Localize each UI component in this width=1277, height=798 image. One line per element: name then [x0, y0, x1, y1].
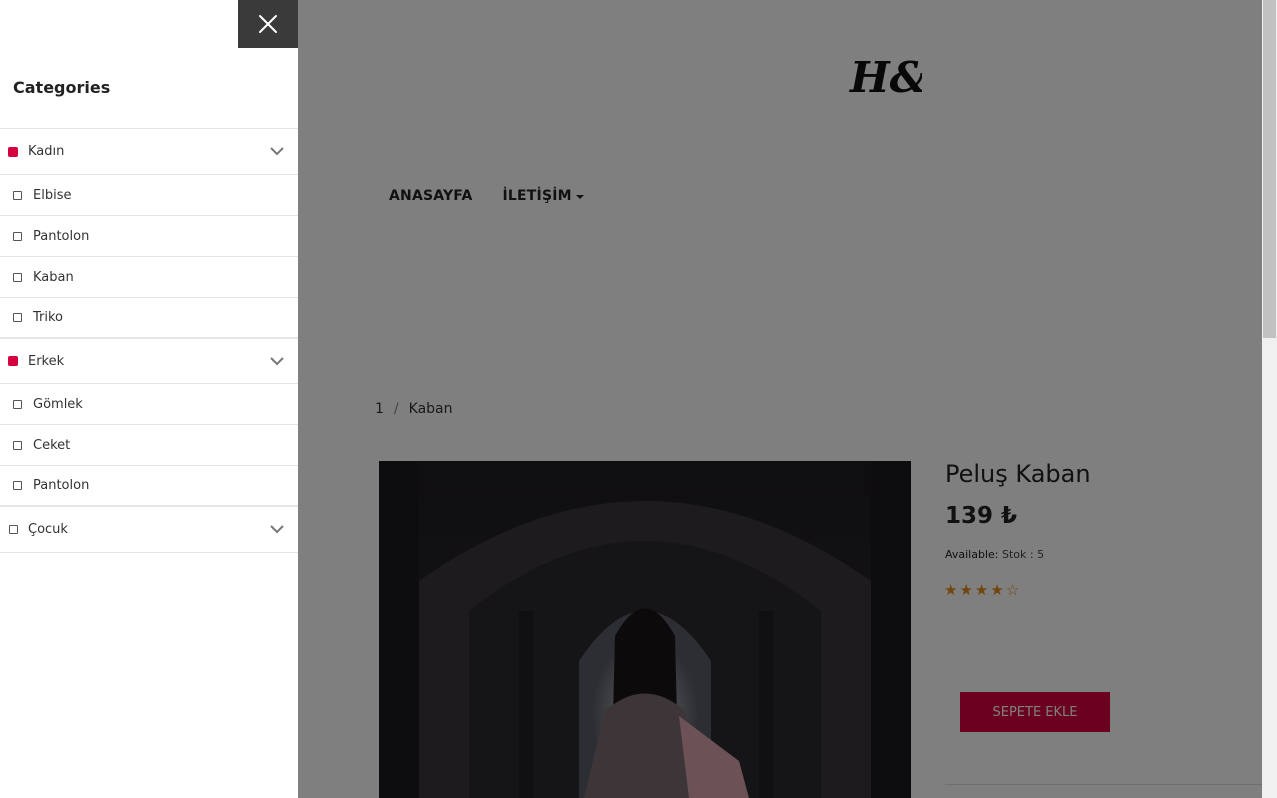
- checkbox[interactable]: [13, 231, 22, 241]
- subcategory-label: Triko: [33, 310, 64, 325]
- subcategory-label: Gömlek: [33, 396, 83, 412]
- subcategory-label: Pantolon: [33, 478, 90, 493]
- checkbox-checked[interactable]: [8, 356, 18, 366]
- checkbox[interactable]: [13, 399, 22, 409]
- subcategory-elbise[interactable]: Elbise: [0, 175, 298, 216]
- category-kadin[interactable]: Kadın: [0, 129, 298, 175]
- subcategory-label: Pantolon: [33, 228, 90, 244]
- checkbox[interactable]: [13, 481, 22, 490]
- subcategory-label: Kaban: [33, 269, 74, 285]
- subcategory-label: Elbise: [33, 187, 72, 203]
- checkbox[interactable]: [9, 525, 18, 534]
- scrollbar-thumb[interactable]: [1263, 0, 1276, 338]
- subcategory-pantolon[interactable]: Pantolon: [0, 466, 298, 507]
- checkbox[interactable]: [13, 313, 22, 322]
- subcategory-kaban[interactable]: Kaban: [0, 257, 298, 298]
- close-button[interactable]: [238, 0, 298, 48]
- subcategory-pantolon[interactable]: Pantolon: [0, 216, 298, 257]
- category-sidebar: Categories Kadın Elbise Pantolon Kaban T…: [0, 0, 298, 798]
- checkbox[interactable]: [13, 440, 22, 450]
- category-label: Çocuk: [28, 522, 68, 537]
- close-icon: [259, 15, 277, 33]
- checkbox[interactable]: [13, 190, 22, 200]
- category-erkek[interactable]: Erkek: [0, 339, 298, 384]
- category-list: Kadın Elbise Pantolon Kaban Triko Erkek …: [0, 128, 298, 553]
- subcategory-ceket[interactable]: Ceket: [0, 425, 298, 466]
- category-cocuk[interactable]: Çocuk: [0, 507, 298, 553]
- category-label: Kadın: [28, 144, 65, 159]
- chevron-down-icon[interactable]: [270, 356, 284, 366]
- chevron-down-icon[interactable]: [270, 146, 284, 156]
- checkbox-checked[interactable]: [8, 146, 18, 157]
- checkbox[interactable]: [13, 272, 22, 282]
- subcategory-triko[interactable]: Triko: [0, 298, 298, 339]
- subcategory-gomlek[interactable]: Gömlek: [0, 384, 298, 425]
- sidebar-title: Categories: [13, 78, 111, 97]
- subcategory-label: Ceket: [33, 437, 71, 453]
- category-label: Erkek: [28, 353, 65, 369]
- chevron-down-icon[interactable]: [270, 524, 284, 534]
